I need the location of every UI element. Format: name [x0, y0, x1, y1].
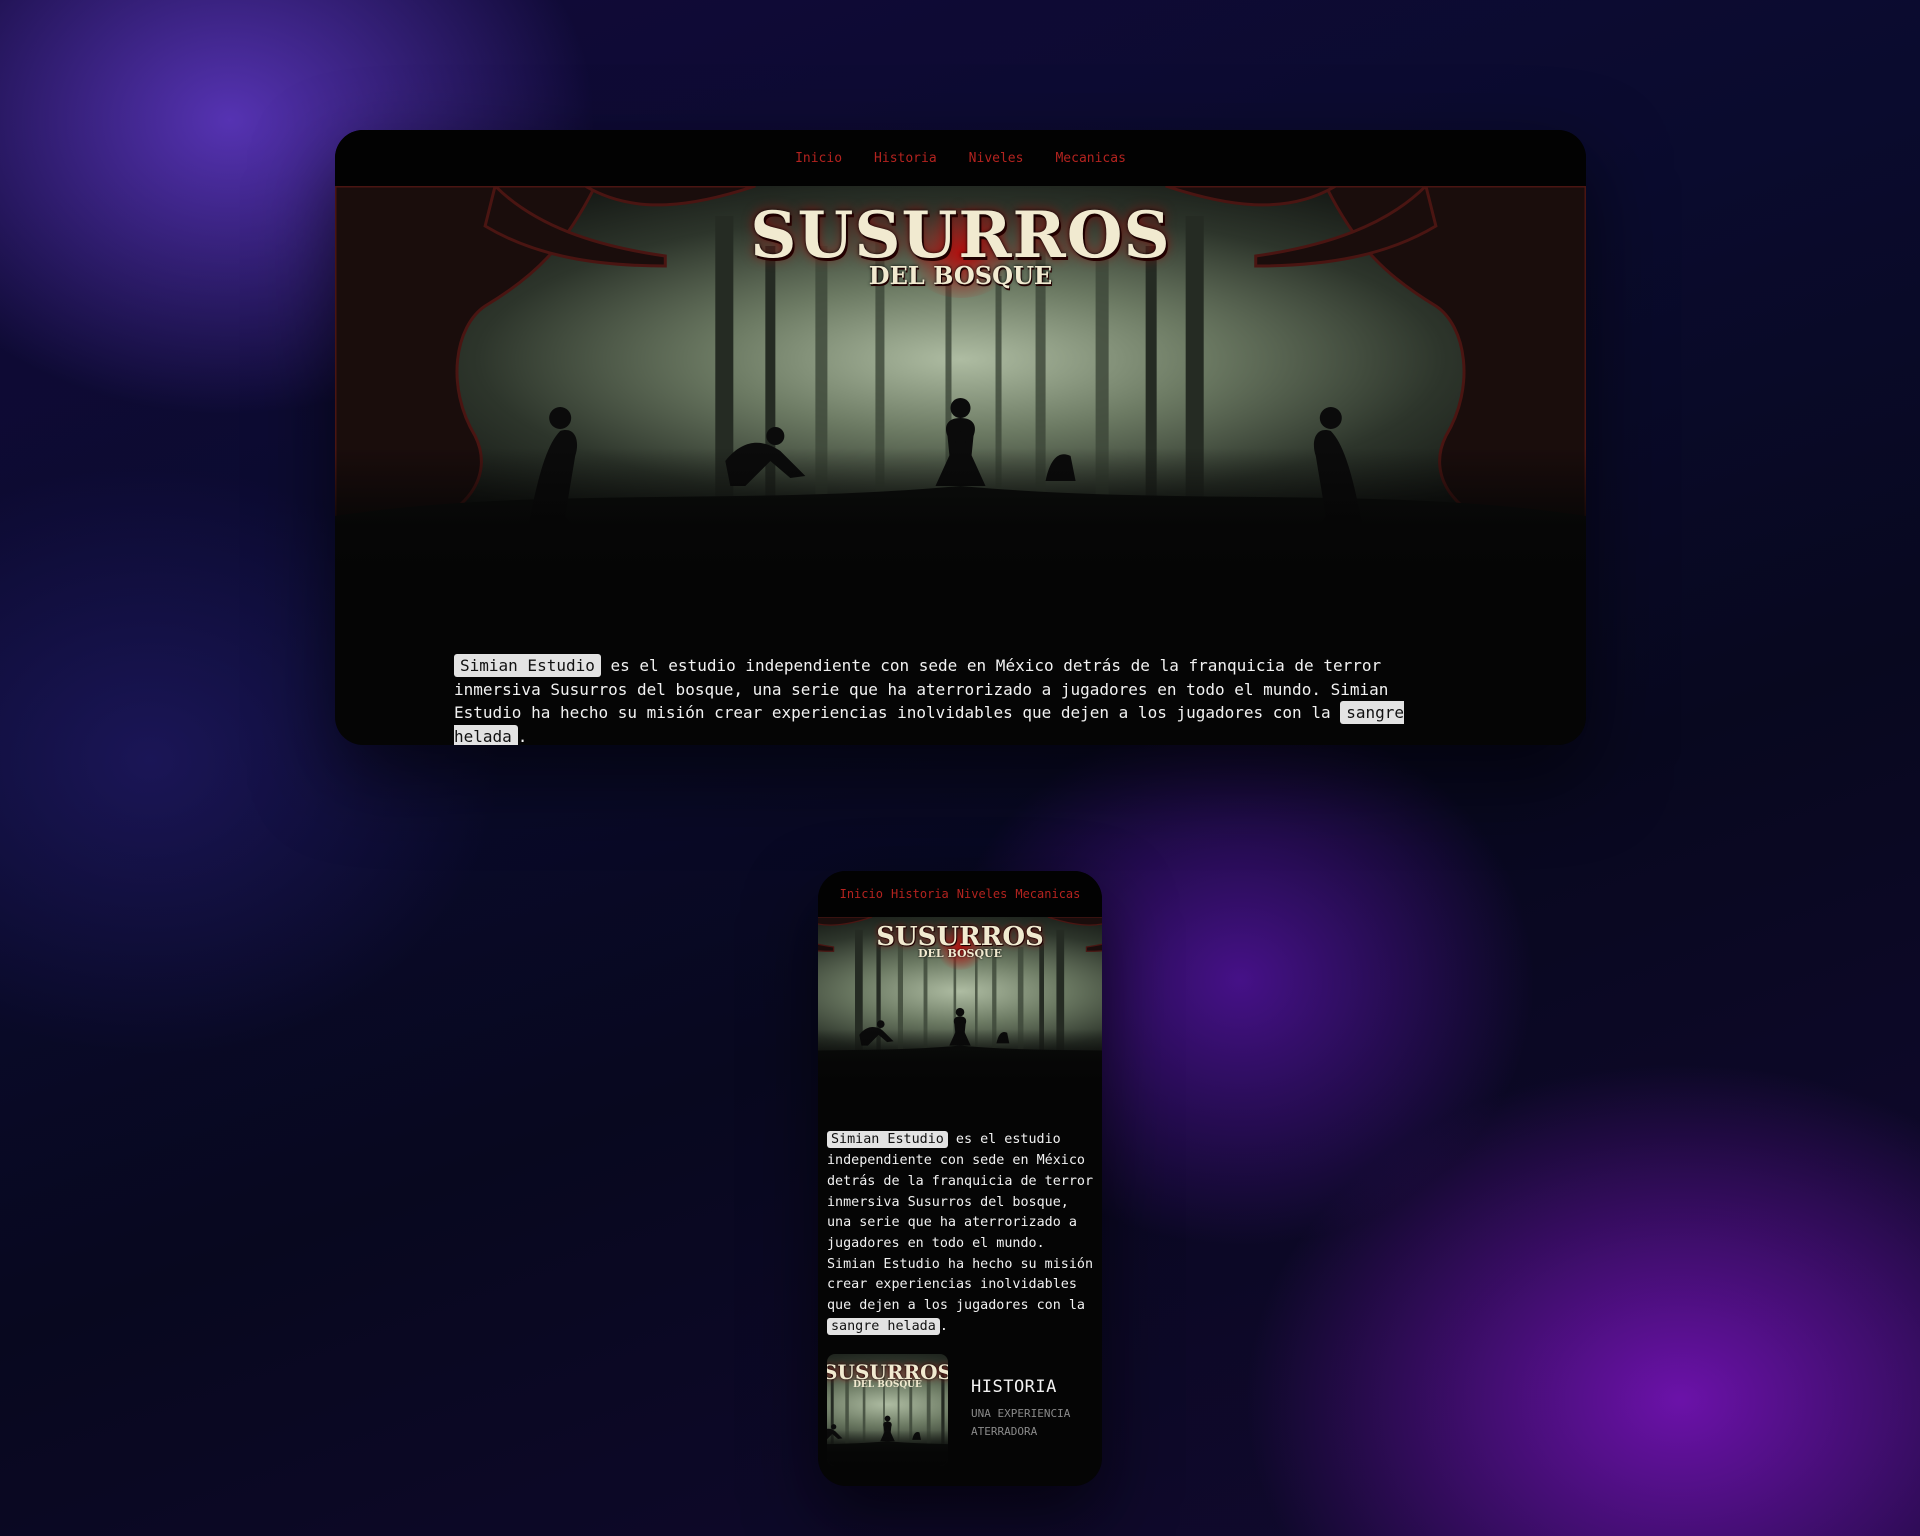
logo-main-text: SUSURROS	[750, 198, 1171, 273]
logo-main-text: SUSURROS	[827, 1360, 948, 1384]
game-logo: SUSURROS DEL BOSQUE	[827, 1362, 948, 1390]
studio-highlight: Simian Estudio	[454, 654, 601, 677]
card-subtitle: UNA EXPERIENCIA ATERRADORA	[971, 1407, 1071, 1438]
studio-highlight: Simian Estudio	[827, 1131, 948, 1149]
mobile-nav: Inicio Historia Niveles Mecanicas	[818, 871, 1102, 917]
nav-link-mecanicas[interactable]: Mecanicas	[1015, 887, 1080, 901]
nav-link-mecanicas[interactable]: Mecanicas	[1055, 151, 1125, 166]
sangre-highlight: sangre helada	[827, 1317, 940, 1335]
nav-link-historia[interactable]: Historia	[874, 151, 937, 166]
intro-paragraph: Simian Estudio es el estudio independien…	[827, 1130, 1099, 1337]
game-logo: SUSURROS DEL BOSQUE	[750, 198, 1171, 298]
intro-end: .	[939, 1318, 948, 1334]
historia-card-body: HISTORIA UNA EXPERIENCIA ATERRADORA	[971, 1377, 1091, 1441]
nav-link-niveles[interactable]: Niveles	[957, 887, 1008, 901]
intro-end: .	[517, 726, 528, 746]
game-logo: SUSURROS DEL BOSQUE	[876, 924, 1044, 970]
card-title: HISTORIA	[971, 1377, 1057, 1397]
mobile-preview: Inicio Historia Niveles Mecanicas SUSURR…	[818, 871, 1102, 1486]
hero-banner: SUSURROS DEL BOSQUE	[335, 186, 1586, 571]
historia-card[interactable]: SUSURROS DEL BOSQUE HISTORIA UNA EXPERIE…	[827, 1354, 1093, 1466]
desktop-nav: Inicio Historia Niveles Mecanicas	[335, 130, 1586, 186]
intro-body: es el estudio independiente con sede en …	[827, 1132, 1094, 1314]
nav-link-niveles[interactable]: Niveles	[969, 151, 1024, 166]
nav-link-historia[interactable]: Historia	[891, 887, 949, 901]
hero-banner: SUSURROS DEL BOSQUE	[818, 917, 1102, 1082]
nav-link-inicio[interactable]: Inicio	[795, 151, 842, 166]
nav-link-inicio[interactable]: Inicio	[840, 887, 883, 901]
historia-thumbnail: SUSURROS DEL BOSQUE	[827, 1354, 948, 1466]
intro-paragraph: Simian Estudio es el estudio independien…	[454, 654, 1464, 745]
desktop-preview: Inicio Historia Niveles Mecanicas SUSURR…	[335, 130, 1586, 745]
